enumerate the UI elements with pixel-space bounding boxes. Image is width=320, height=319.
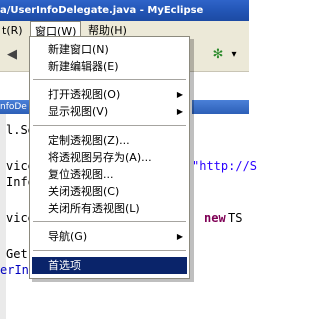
title-bar: a/UserInfoDelegate.java - MyEclipse <box>0 0 249 21</box>
menu-item-reset-perspective[interactable]: 复位透视图... <box>32 166 187 183</box>
window-title: a/UserInfoDelegate.java - MyEclipse <box>0 5 204 16</box>
code-line: Get <box>6 247 28 261</box>
submenu-arrow-icon: ▶ <box>176 90 183 99</box>
menu-item-show-view[interactable]: 显示视图(V) ▶ <box>32 103 187 120</box>
window-menu-dropdown: 新建窗口(N) 新建编辑器(E) 打开透视图(O) ▶ 显示视图(V) ▶ 定制… <box>29 36 190 279</box>
submenu-arrow-icon: ▶ <box>176 107 183 116</box>
menu-item-preferences[interactable]: 首选项 <box>32 257 187 274</box>
editor-tab-label: nfoDe <box>0 102 27 112</box>
menu-item-new-editor[interactable]: 新建编辑器(E) <box>32 58 187 75</box>
submenu-arrow-icon: ▶ <box>176 232 183 241</box>
menu-item-save-perspective-as[interactable]: 将透视图另存为(A)... <box>32 149 187 166</box>
menu-item-open-perspective[interactable]: 打开透视图(O) ▶ <box>32 86 187 103</box>
menu-separator <box>33 221 186 222</box>
menu-separator <box>33 79 186 80</box>
menu-run[interactable]: t(R) <box>0 21 27 41</box>
menu-separator <box>33 250 186 251</box>
code-line: erIn <box>0 263 29 277</box>
menu-item-new-window[interactable]: 新建窗口(N) <box>32 41 187 58</box>
menu-item-customize-perspective[interactable]: 定制透视图(Z)... <box>32 132 187 149</box>
menu-separator <box>33 125 186 126</box>
toolbar-star-icon[interactable]: ✻ <box>210 47 226 63</box>
toolbar-back-icon[interactable]: ◀ <box>4 47 20 63</box>
tab-strip-right <box>192 100 249 114</box>
menu-item-navigation[interactable]: 导航(G) ▶ <box>32 228 187 245</box>
toolbar-dropdown-icon[interactable]: ▾ <box>226 47 242 63</box>
menu-item-close-perspective[interactable]: 关闭透视图(C) <box>32 183 187 200</box>
menu-item-close-all-perspectives[interactable]: 关闭所有透视图(L) <box>32 200 187 217</box>
